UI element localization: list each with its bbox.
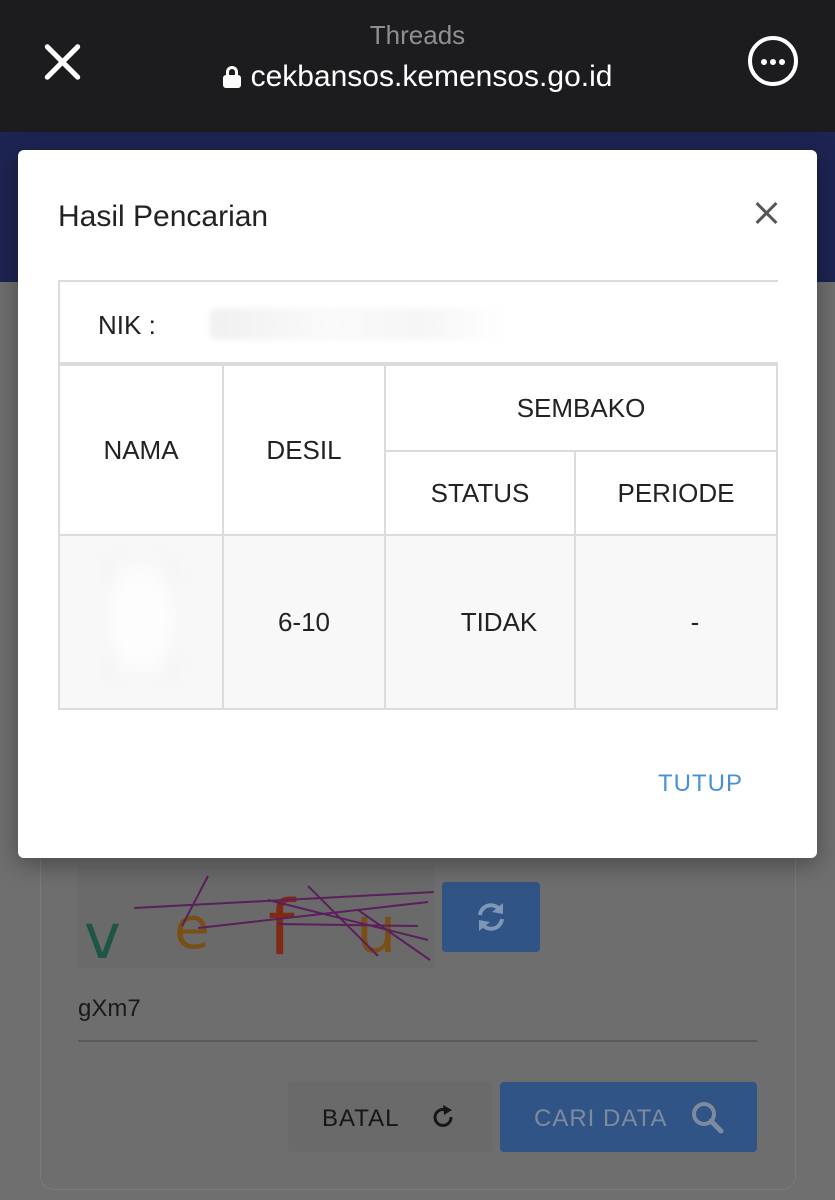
nik-row: NIK : [58, 280, 778, 364]
more-options-icon[interactable] [748, 36, 798, 86]
lock-icon [222, 66, 241, 88]
reload-icon [433, 1105, 453, 1127]
svg-text:f: f [268, 883, 297, 968]
search-data-button[interactable]: CARI DATA [500, 1082, 757, 1152]
search-results-modal: Hasil Pencarian NIK : NAMA DESIL SEMBAKO… [18, 150, 817, 858]
nik-value-redacted [210, 308, 510, 340]
header-periode: PERIODE [574, 450, 778, 536]
close-button[interactable]: TUTUP [658, 770, 743, 798]
refresh-icon [478, 903, 504, 931]
cell-status: TIDAK [384, 534, 576, 710]
cell-desil: 6-10 [222, 534, 386, 710]
modal-close-icon[interactable] [753, 200, 779, 226]
refresh-captcha-button[interactable] [442, 882, 540, 952]
search-button-label: CARI DATA [534, 1105, 668, 1132]
search-icon [692, 1102, 724, 1134]
url-text: cekbansos.kemensos.go.id [250, 60, 613, 93]
cancel-button-label: BATAL [322, 1105, 400, 1132]
header-status: STATUS [384, 450, 576, 536]
cell-periode: - [574, 534, 778, 710]
captcha-image: v e f u [78, 866, 434, 968]
table-row: 6-10 TIDAK - [58, 534, 778, 710]
modal-title: Hasil Pencarian [58, 200, 269, 233]
address-bar[interactable]: cekbansos.kemensos.go.id [0, 60, 835, 94]
header-desil: DESIL [222, 364, 386, 536]
browser-app-title: Threads [369, 20, 466, 50]
results-table: NAMA DESIL SEMBAKO STATUS PERIODE 6-10 T… [58, 364, 778, 710]
browser-top-bar: Threads cekbansos.kemensos.go.id [0, 0, 835, 132]
nik-label: NIK : [98, 310, 156, 340]
cell-nama-redacted [58, 534, 224, 710]
header-sembako: SEMBAKO [384, 364, 778, 452]
cancel-button[interactable]: BATAL [288, 1082, 492, 1152]
captcha-input[interactable] [78, 990, 757, 1042]
svg-text:v: v [84, 900, 121, 968]
header-nama: NAMA [58, 364, 224, 536]
